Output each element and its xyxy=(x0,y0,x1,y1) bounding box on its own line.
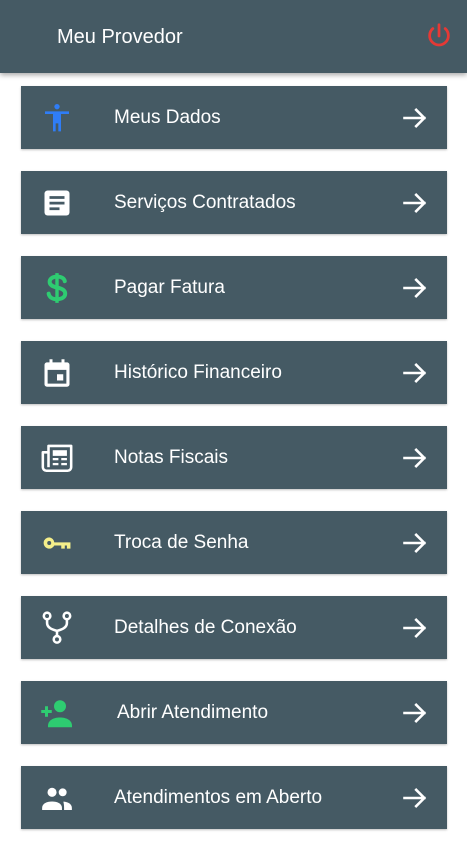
newspaper-icon xyxy=(39,440,75,476)
menu-item-label: Abrir Atendimento xyxy=(117,702,269,723)
menu-item-notas-fiscais[interactable]: Notas Fiscais xyxy=(21,426,447,489)
menu-item-label: Notas Fiscais xyxy=(114,447,229,468)
arrow-right-icon xyxy=(403,618,427,638)
menu-item-abrir-atendimento[interactable]: Abrir Atendimento xyxy=(21,681,447,744)
arrow-right-icon xyxy=(403,108,427,128)
menu-item-historico-financeiro[interactable]: Histórico Financeiro xyxy=(21,341,447,404)
menu-item-label: Histórico Financeiro xyxy=(114,362,282,383)
menu-item-label: Atendimentos em Aberto xyxy=(114,787,323,808)
menu-item-servicos-contratados[interactable]: Serviços Contratados xyxy=(21,171,447,234)
people-icon xyxy=(39,780,75,816)
menu-item-label: Serviços Contratados xyxy=(114,192,296,213)
add-person-icon xyxy=(39,695,75,731)
arrow-right-icon xyxy=(403,363,427,383)
arrow-right-icon xyxy=(403,533,427,553)
menu-item-label: Meus Dados xyxy=(114,107,221,128)
menu-item-label: Troca de Senha xyxy=(114,532,249,553)
key-icon xyxy=(39,525,75,561)
arrow-right-icon xyxy=(403,278,427,298)
power-icon xyxy=(428,23,450,47)
arrow-right-icon xyxy=(403,193,427,213)
document-icon xyxy=(39,185,75,221)
logout-button[interactable] xyxy=(423,20,455,52)
menu-item-atendimentos-em-aberto[interactable]: Atendimentos em Aberto xyxy=(21,766,447,829)
app-bar: Meu Provedor xyxy=(0,0,467,73)
dollar-icon xyxy=(39,270,75,306)
menu-item-detalhes-de-conexao[interactable]: Detalhes de Conexão xyxy=(21,596,447,659)
connection-icon xyxy=(39,610,75,646)
app-title: Meu Provedor xyxy=(57,26,183,48)
menu-item-meus-dados[interactable]: Meus Dados xyxy=(21,86,447,149)
menu-item-label: Pagar Fatura xyxy=(114,277,225,298)
arrow-right-icon xyxy=(403,703,427,723)
menu-item-pagar-fatura[interactable]: Pagar Fatura xyxy=(21,256,447,319)
menu-item-label: Detalhes de Conexão xyxy=(114,617,297,638)
arrow-right-icon xyxy=(403,448,427,468)
main-menu: Meus Dados Serviços Contratados Pagar Fa… xyxy=(21,86,447,851)
person-icon xyxy=(39,100,75,136)
menu-item-troca-de-senha[interactable]: Troca de Senha xyxy=(21,511,447,574)
arrow-right-icon xyxy=(403,788,427,808)
calendar-icon xyxy=(39,355,75,391)
